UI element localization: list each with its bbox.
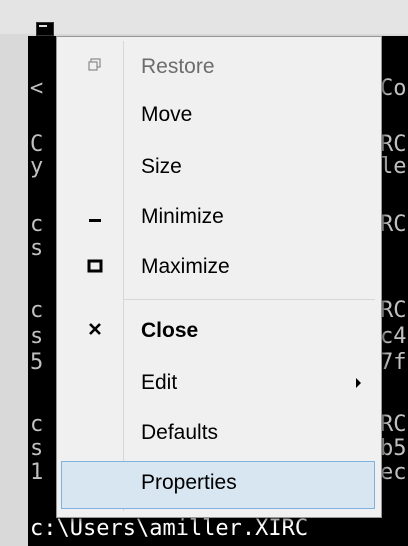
console-line-right: ec [380,460,407,485]
console-line-right: RC [380,212,407,237]
menu-separator [123,299,375,300]
console-line-right: RC [380,412,407,437]
console-line-right: 7f [380,350,407,375]
console-line-left: s [30,324,44,349]
menu-item-label: Edit [141,371,178,394]
console-window: < C y c s c s 5 c s 1 Co RC le RC RC c4 … [0,0,408,546]
menu-item-size[interactable]: Size [61,145,375,193]
menu-item-defaults[interactable]: Defaults [61,411,375,459]
menu-item-close[interactable]: Close [61,309,375,357]
menu-item-label: Properties [141,471,237,494]
console-prompt: c:\Users\amiller.XIRC [30,516,309,541]
console-line-left: s [30,236,44,261]
menu-item-minimize[interactable]: Minimize [61,195,375,243]
console-line-left: c [30,412,44,437]
menu-item-label: Move [141,103,193,126]
console-line-left: s [30,436,44,461]
restore-icon [87,57,103,79]
close-icon [87,321,103,343]
menu-item-label: Defaults [141,421,219,444]
submenu-arrow-icon [356,378,361,388]
console-line-left: 5 [30,350,44,375]
maximize-icon [87,257,103,279]
console-line-right: c4 [380,324,407,349]
title-bar[interactable] [0,0,408,36]
console-line-right: RC [380,298,407,323]
console-line-right: b5 [380,436,407,461]
console-line-right: Co [380,76,407,101]
system-menu: Restore Move Size Minimize Maximize Clos… [56,36,382,518]
console-line-left: < [30,76,44,101]
console-app-icon[interactable] [36,22,54,36]
console-line-left: y [30,154,44,179]
menu-item-label: Minimize [141,205,224,228]
menu-item-label: Restore [141,55,215,78]
menu-item-label: Size [141,155,182,178]
console-line-right: le [380,154,407,179]
minimize-icon [87,207,103,229]
menu-item-maximize[interactable]: Maximize [61,245,375,293]
menu-item-edit[interactable]: Edit [61,361,375,409]
console-line-left: c [30,298,44,323]
menu-item-move[interactable]: Move [61,93,375,141]
menu-item-label: Close [141,319,199,342]
menu-item-label: Maximize [141,255,230,278]
console-line-left: 1 [30,460,44,485]
menu-item-properties[interactable]: Properties [61,461,375,509]
menu-item-restore[interactable]: Restore [61,45,375,93]
console-line-left: c [30,212,44,237]
